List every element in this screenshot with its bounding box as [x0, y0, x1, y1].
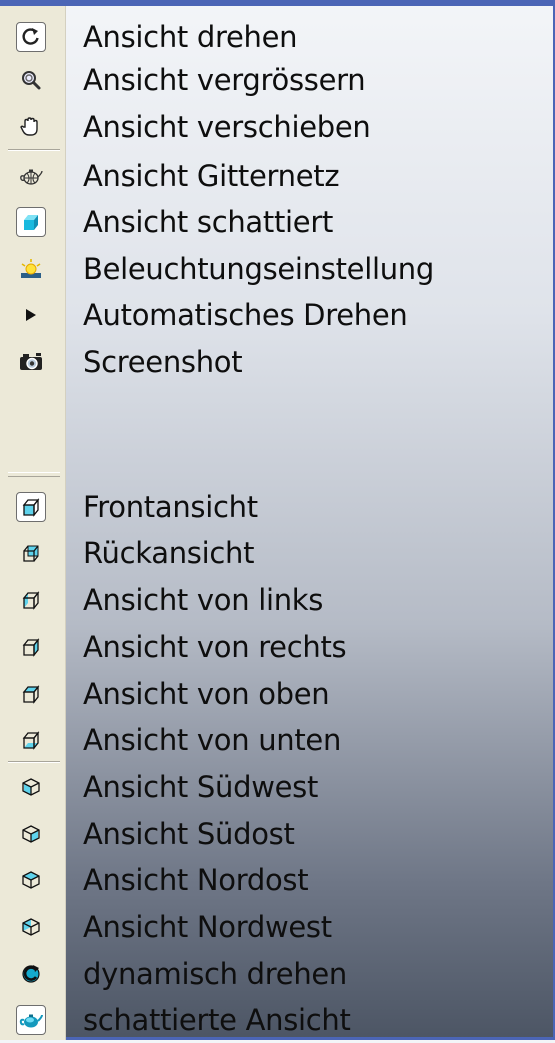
menu-item-label: Ansicht von rechts — [83, 629, 347, 664]
menu-item-ansicht-verschieben[interactable]: Ansicht verschieben — [0, 103, 550, 150]
menu-item-label: Ansicht von unten — [83, 722, 342, 757]
menu-item-dynamisch-drehen[interactable]: dynamisch drehen — [0, 950, 550, 997]
menu-item-beleuchtungseinstellung[interactable]: Beleuchtungseinstellung — [0, 245, 550, 292]
play-icon[interactable] — [16, 300, 46, 330]
rotate-icon[interactable] — [16, 21, 46, 52]
iso-northwest-icon[interactable] — [16, 912, 46, 942]
wireframe-teapot-icon[interactable] — [16, 161, 46, 191]
window-top-border — [0, 0, 555, 6]
menu-item-label: Screenshot — [83, 344, 243, 379]
shaded-teapot-icon[interactable] — [16, 1004, 46, 1035]
cube-right-icon[interactable] — [16, 632, 46, 662]
menu-item-ansicht-von-rechts[interactable]: Ansicht von rechts — [0, 623, 550, 670]
menu-item-label: Beleuchtungseinstellung — [83, 251, 434, 286]
menu-item-label: Rückansicht — [83, 535, 255, 570]
lighting-icon[interactable] — [16, 254, 46, 284]
menu-item-label: Ansicht schattiert — [83, 204, 334, 239]
menu-item-schattierte-ansicht[interactable]: schattierte Ansicht — [0, 996, 550, 1043]
iso-southeast-icon[interactable] — [16, 819, 46, 849]
cube-left-icon[interactable] — [16, 585, 46, 615]
menu-item-ansicht-von-oben[interactable]: Ansicht von oben — [0, 670, 550, 717]
iso-northeast-icon[interactable] — [16, 865, 46, 895]
menu-item-label: Ansicht Südwest — [83, 769, 319, 804]
menu-item-ansicht-nordwest[interactable]: Ansicht Nordwest — [0, 903, 550, 950]
menu-item-frontansicht[interactable]: Frontansicht — [0, 483, 550, 530]
cube-bottom-icon[interactable] — [16, 725, 46, 755]
camera-icon[interactable] — [16, 347, 46, 377]
toolbar-grip[interactable] — [8, 472, 60, 477]
pan-hand-icon[interactable] — [16, 112, 46, 142]
zoom-icon[interactable] — [16, 65, 46, 95]
menu-item-ansicht-von-unten[interactable]: Ansicht von unten — [0, 716, 550, 763]
menu-item-label: schattierte Ansicht — [83, 1002, 351, 1037]
dynamic-rotate-icon[interactable] — [16, 959, 46, 989]
menu-item-ansicht-drehen[interactable]: Ansicht drehen — [0, 13, 550, 60]
menu-item-label: Ansicht vergrössern — [83, 62, 366, 97]
menu-item-label: Ansicht drehen — [83, 19, 298, 54]
menu-item-label: dynamisch drehen — [83, 956, 348, 991]
cube-back-icon[interactable] — [16, 538, 46, 568]
menu-item-rueckansicht[interactable]: Rückansicht — [0, 529, 550, 576]
menu-item-label: Ansicht von links — [83, 582, 324, 617]
menu-item-screenshot[interactable]: Screenshot — [0, 338, 550, 385]
menu-item-automatisches-drehen[interactable]: Automatisches Drehen — [0, 291, 550, 338]
menu-item-ansicht-gitternetz[interactable]: Ansicht Gitternetz — [0, 152, 550, 199]
menu-item-label: Ansicht von oben — [83, 676, 330, 711]
cube-top-icon[interactable] — [16, 679, 46, 709]
menu-item-label: Frontansicht — [83, 489, 258, 524]
menu-item-label: Ansicht Südost — [83, 816, 295, 851]
menu-item-ansicht-suedwest[interactable]: Ansicht Südwest — [0, 763, 550, 810]
menu-item-label: Ansicht Nordost — [83, 862, 309, 897]
shaded-cube-icon[interactable] — [16, 206, 46, 237]
menu-item-ansicht-suedost[interactable]: Ansicht Südost — [0, 810, 550, 857]
menu-item-ansicht-nordost[interactable]: Ansicht Nordost — [0, 856, 550, 903]
menu-item-label: Automatisches Drehen — [83, 297, 408, 332]
menu-item-label: Ansicht Nordwest — [83, 909, 332, 944]
cube-front-icon[interactable] — [16, 491, 46, 522]
iso-southwest-icon[interactable] — [16, 772, 46, 802]
menu-item-label: Ansicht Gitternetz — [83, 158, 340, 193]
menu-item-label: Ansicht verschieben — [83, 109, 371, 144]
menu-item-ansicht-vergroessern[interactable]: Ansicht vergrössern — [0, 56, 550, 103]
menu-item-ansicht-von-links[interactable]: Ansicht von links — [0, 576, 550, 623]
menu-item-ansicht-schattiert[interactable]: Ansicht schattiert — [0, 198, 550, 245]
